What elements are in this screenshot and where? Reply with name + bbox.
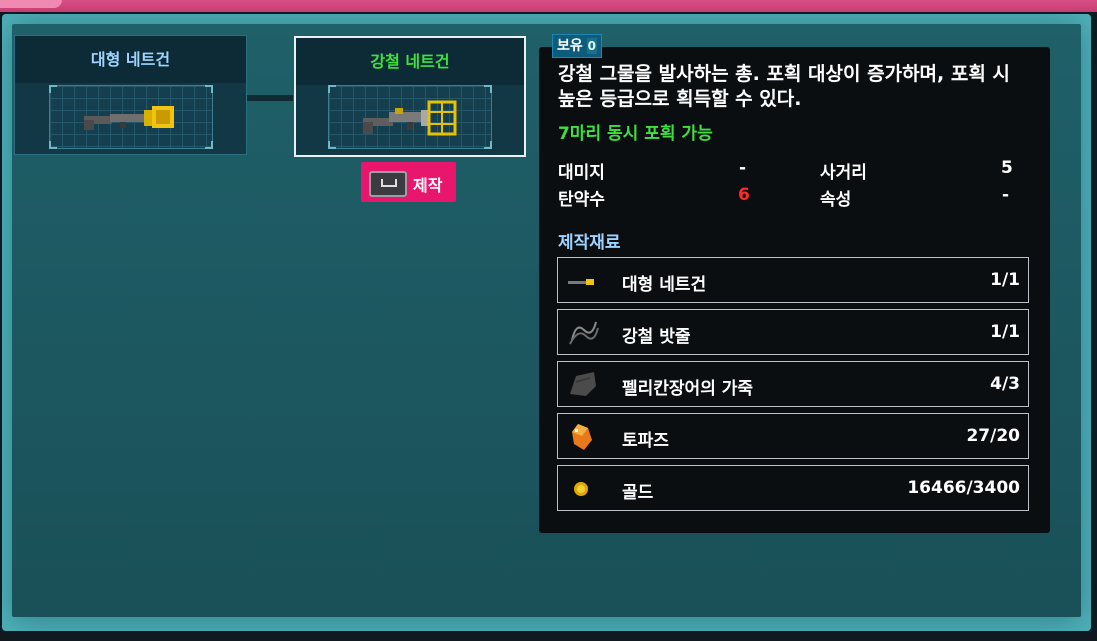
item-card-steel-net-gun[interactable]: 강철 네트건 [294, 36, 526, 157]
material-row: 골드 16466/3400 [557, 465, 1029, 511]
top-bar-tab [0, 0, 62, 8]
item-card-large-net-gun[interactable]: 대형 네트건 [14, 35, 247, 155]
spacebar-key-icon [369, 171, 407, 197]
steel-net-gun-icon [363, 100, 457, 136]
item-description: 강철 그물을 발사하는 총. 포획 대상이 증가하며, 포획 시 높은 등급으로… [558, 63, 1010, 110]
net-gun-icon [568, 279, 594, 285]
range-value: 5 [1001, 158, 1013, 178]
net-gun-icon [84, 106, 174, 130]
owned-count: 0 [586, 38, 597, 54]
element-label: 속성 [820, 190, 852, 210]
leather-icon [570, 372, 596, 396]
craft-button-label: 제작 [413, 176, 443, 195]
damage-value: - [739, 158, 747, 178]
steel-rope-icon [569, 321, 599, 345]
owned-badge: 보유 0 [552, 34, 602, 58]
bottom-bar [0, 632, 1097, 641]
materials-title: 제작재료 [558, 233, 621, 253]
material-name: 강철 밧줄 [622, 327, 691, 347]
range-label: 사거리 [820, 163, 867, 183]
ammo-label: 탄약수 [558, 190, 605, 210]
gold-coin-icon [574, 482, 588, 496]
damage-label: 대미지 [558, 163, 605, 183]
material-qty: 4/3 [990, 374, 1020, 394]
owned-label: 보유 [557, 38, 583, 54]
material-name: 펠리칸장어의 가죽 [622, 379, 754, 399]
material-qty: 1/1 [990, 270, 1020, 290]
material-qty: 27/20 [966, 426, 1020, 446]
material-row: 펠리칸장어의 가죽 4/3 [557, 361, 1029, 407]
material-qty: 16466/3400 [907, 478, 1020, 498]
material-row: 토파즈 27/20 [557, 413, 1029, 459]
item-card-title: 대형 네트건 [15, 36, 246, 83]
item-slot [49, 85, 213, 149]
item-connector [247, 95, 293, 101]
material-qty: 1/1 [990, 322, 1020, 342]
material-row: 대형 네트건 1/1 [557, 257, 1029, 303]
material-name: 대형 네트건 [622, 275, 707, 295]
element-value: - [1002, 185, 1010, 205]
item-feature: 7마리 동시 포획 가능 [558, 124, 713, 144]
top-bar [0, 0, 1097, 12]
ammo-value: 6 [738, 185, 750, 205]
material-name: 토파즈 [622, 431, 669, 451]
craft-button[interactable]: 제작 [361, 162, 456, 202]
material-name: 골드 [622, 483, 654, 503]
topaz-icon [572, 424, 592, 450]
item-card-title: 강철 네트건 [296, 38, 524, 85]
material-row: 강철 밧줄 1/1 [557, 309, 1029, 355]
item-slot [328, 85, 492, 149]
